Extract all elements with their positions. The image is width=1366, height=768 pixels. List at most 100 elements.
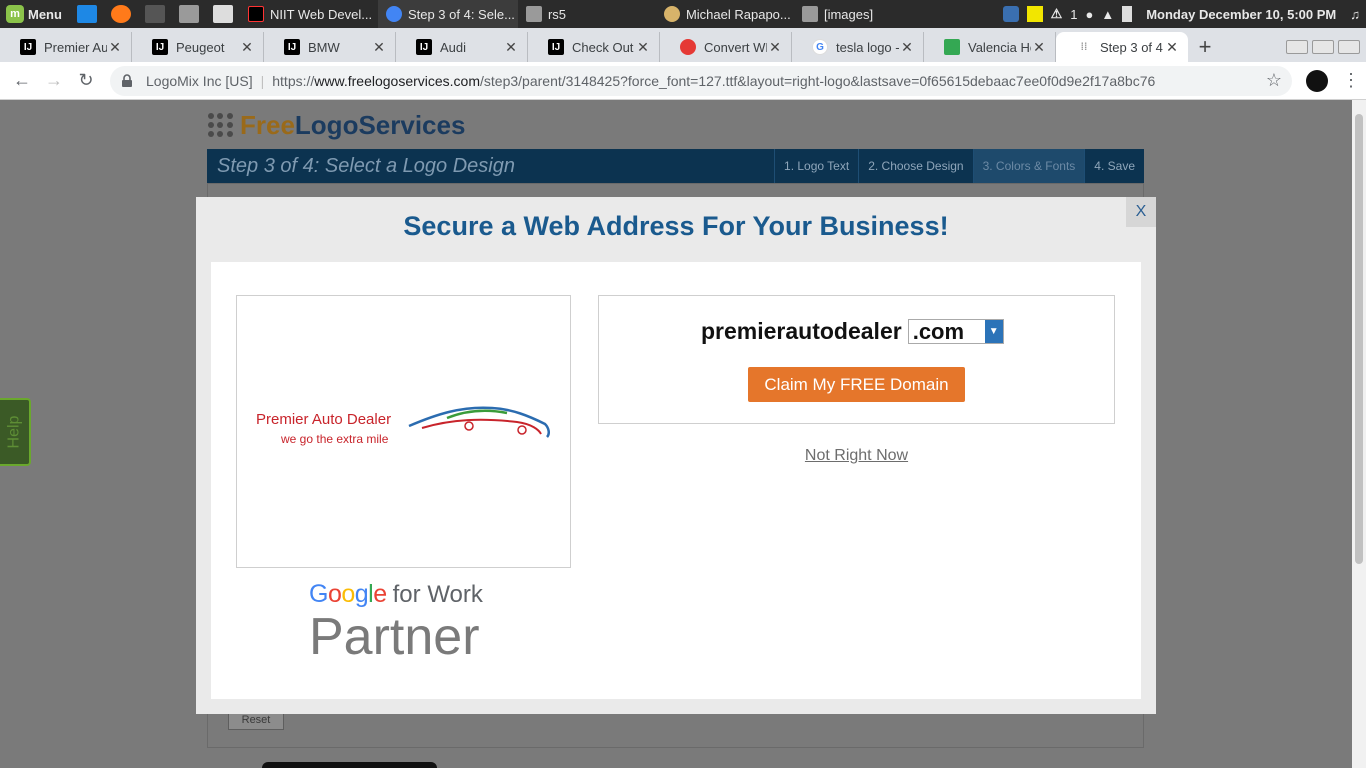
- window-controls: [1286, 40, 1366, 62]
- text-editor-icon[interactable]: [212, 5, 233, 23]
- tab-peugeot[interactable]: IJ Peugeot ✕: [132, 32, 264, 62]
- show-desktop-icon[interactable]: [76, 5, 97, 23]
- chrome-menu-icon[interactable]: ⋮: [1342, 70, 1360, 91]
- clock[interactable]: Monday December 10, 5:00 PM: [1146, 7, 1336, 22]
- taskbar-item-rs5[interactable]: rs5: [518, 0, 656, 28]
- domain-name: premierautodealer: [701, 318, 902, 344]
- step-nav-logo-text[interactable]: 1. Logo Text: [774, 149, 858, 183]
- new-tab-button[interactable]: +: [1188, 32, 1222, 62]
- intellij-favicon-icon: IJ: [416, 39, 432, 55]
- taskbar-item-label: Step 3 of 4: Sele...: [407, 6, 515, 22]
- url-domain: www.freelogoservices.com: [314, 72, 481, 89]
- tab-step3[interactable]: ⁞⁞ Step 3 of 4: S ✕: [1056, 32, 1188, 62]
- page-scrollbar[interactable]: [1352, 100, 1366, 768]
- tab-close-icon[interactable]: ✕: [371, 39, 387, 56]
- dots-grid-icon: [208, 112, 234, 139]
- step-nav-choose-design[interactable]: 2. Choose Design: [858, 149, 972, 183]
- url-path: /step3/parent/3148425?force_font=127.ttf…: [480, 72, 1156, 89]
- step-nav-colors-fonts[interactable]: 3. Colors & Fonts: [972, 149, 1085, 183]
- music-icon[interactable]: ♫: [1350, 7, 1360, 22]
- taskbar-item-chrome[interactable]: Step 3 of 4: Sele...: [377, 0, 518, 28]
- profile-avatar[interactable]: [1306, 69, 1328, 92]
- step-nav-save[interactable]: 4. Save: [1084, 149, 1144, 183]
- tld-select[interactable]: .com ▼: [907, 319, 1004, 344]
- user-icon[interactable]: ●: [1085, 7, 1093, 22]
- folder-icon: [801, 6, 818, 22]
- system-tray: ⚠ 1 ● ▲ Monday December 10, 5:00 PM ♫: [1002, 0, 1366, 28]
- taskbar-item-label: Michael Rapapo...: [685, 6, 791, 22]
- partner-label: Partner: [309, 608, 480, 666]
- lock-icon: [122, 73, 132, 87]
- tab-close-icon[interactable]: ✕: [503, 39, 519, 56]
- domain-box: premierautodealer .com ▼ Claim My FREE D…: [598, 295, 1115, 424]
- address-bar[interactable]: LogoMix Inc [US] | https://www.freelogos…: [110, 65, 1292, 96]
- browser-tab-strip: IJ Premier Aut ✕ IJ Peugeot ✕ IJ BMW ✕ I…: [0, 28, 1366, 62]
- alert-icon[interactable]: ⚠: [1051, 6, 1063, 22]
- google-logo-icon: Google: [309, 580, 387, 608]
- site-logo-free: Free: [240, 110, 295, 140]
- bookmark-star-icon[interactable]: ☆: [1266, 70, 1282, 91]
- modal-body: Premier Auto Dealer we go the extra mile…: [211, 262, 1141, 699]
- tab-close-icon[interactable]: ✕: [1031, 39, 1047, 56]
- freelogoservices-favicon-icon: ⁞⁞: [1076, 39, 1092, 55]
- tab-close-icon[interactable]: ✕: [635, 39, 651, 56]
- maximize-button[interactable]: [1312, 40, 1334, 54]
- tab-close-icon[interactable]: ✕: [107, 39, 123, 56]
- chrome-icon: [385, 6, 402, 22]
- firefox-icon[interactable]: [110, 5, 131, 23]
- tab-valencia[interactable]: Valencia Ho ✕: [924, 32, 1056, 62]
- terminal-icon[interactable]: [144, 5, 165, 23]
- tab-check-out[interactable]: IJ Check Out C ✕: [528, 32, 660, 62]
- tab-title: BMW: [308, 39, 340, 55]
- tab-convert[interactable]: Convert WE ✕: [660, 32, 792, 62]
- help-label: Help: [5, 415, 23, 449]
- taskbar-item-intellij[interactable]: NIIT Web Devel...: [240, 0, 378, 28]
- wifi-icon[interactable]: ▲: [1101, 7, 1114, 22]
- tab-close-icon[interactable]: ✕: [767, 39, 783, 56]
- tab-title: tesla logo - G: [836, 39, 899, 55]
- os-menu-label: Menu: [28, 6, 62, 22]
- google-favicon-icon: G: [812, 39, 828, 55]
- taskbar-item-label: rs5: [547, 6, 567, 22]
- taskbar-item-label: [images]: [823, 6, 874, 22]
- help-tab[interactable]: Help: [0, 398, 31, 466]
- notification-count: 1: [1070, 6, 1078, 22]
- os-menu-button[interactable]: m Menu: [0, 0, 70, 28]
- tld-value: .com: [912, 319, 965, 344]
- back-button[interactable]: ←: [6, 65, 38, 97]
- tab-premier[interactable]: IJ Premier Aut ✕: [0, 32, 132, 62]
- notes-icon[interactable]: [1026, 6, 1043, 22]
- intellij-favicon-icon: IJ: [548, 39, 564, 55]
- tab-audi[interactable]: IJ Audi ✕: [396, 32, 528, 62]
- taskbar-item-images[interactable]: [images]: [794, 0, 932, 28]
- url-text: https://www.freelogoservices.com/step3/p…: [272, 73, 1260, 89]
- domain-modal: X Secure a Web Address For Your Business…: [196, 197, 1156, 714]
- close-window-button[interactable]: [1338, 40, 1360, 54]
- tab-bmw[interactable]: IJ BMW ✕: [264, 32, 396, 62]
- battery-icon[interactable]: [1122, 6, 1133, 22]
- logo-tagline: we go the extra mile: [281, 432, 389, 446]
- taskbar-item-michael[interactable]: Michael Rapapo...: [656, 0, 794, 28]
- site-logo[interactable]: FreeLogoServices: [208, 110, 465, 141]
- tab-title: Audi: [440, 39, 467, 55]
- reload-button[interactable]: ↻: [70, 65, 102, 97]
- tab-close-icon[interactable]: ✕: [1164, 39, 1180, 56]
- files-icon[interactable]: [178, 5, 199, 23]
- tab-close-icon[interactable]: ✕: [239, 39, 255, 56]
- browser-toolbar: ← → ↻ LogoMix Inc [US] | https://www.fre…: [0, 62, 1366, 100]
- taskbar-item-label: NIIT Web Devel...: [269, 6, 373, 22]
- tab-title: Convert WE: [704, 39, 767, 55]
- step-bar: Step 3 of 4: Select a Logo Design 1. Log…: [207, 149, 1144, 183]
- minimize-button[interactable]: [1286, 40, 1308, 54]
- not-right-now-link[interactable]: Not Right Now: [598, 447, 1115, 465]
- maps-favicon-icon: [944, 39, 960, 55]
- shield-icon[interactable]: [1002, 6, 1019, 22]
- claim-domain-button[interactable]: Claim My FREE Domain: [748, 367, 965, 402]
- bottom-bar: [262, 762, 437, 768]
- linux-mint-icon: m: [6, 5, 24, 23]
- tab-title: Step 3 of 4: S: [1100, 39, 1164, 55]
- scrollbar-thumb[interactable]: [1355, 114, 1363, 564]
- tab-close-icon[interactable]: ✕: [899, 39, 915, 56]
- tab-tesla-logo[interactable]: G tesla logo - G ✕: [792, 32, 924, 62]
- forward-button[interactable]: →: [38, 65, 70, 97]
